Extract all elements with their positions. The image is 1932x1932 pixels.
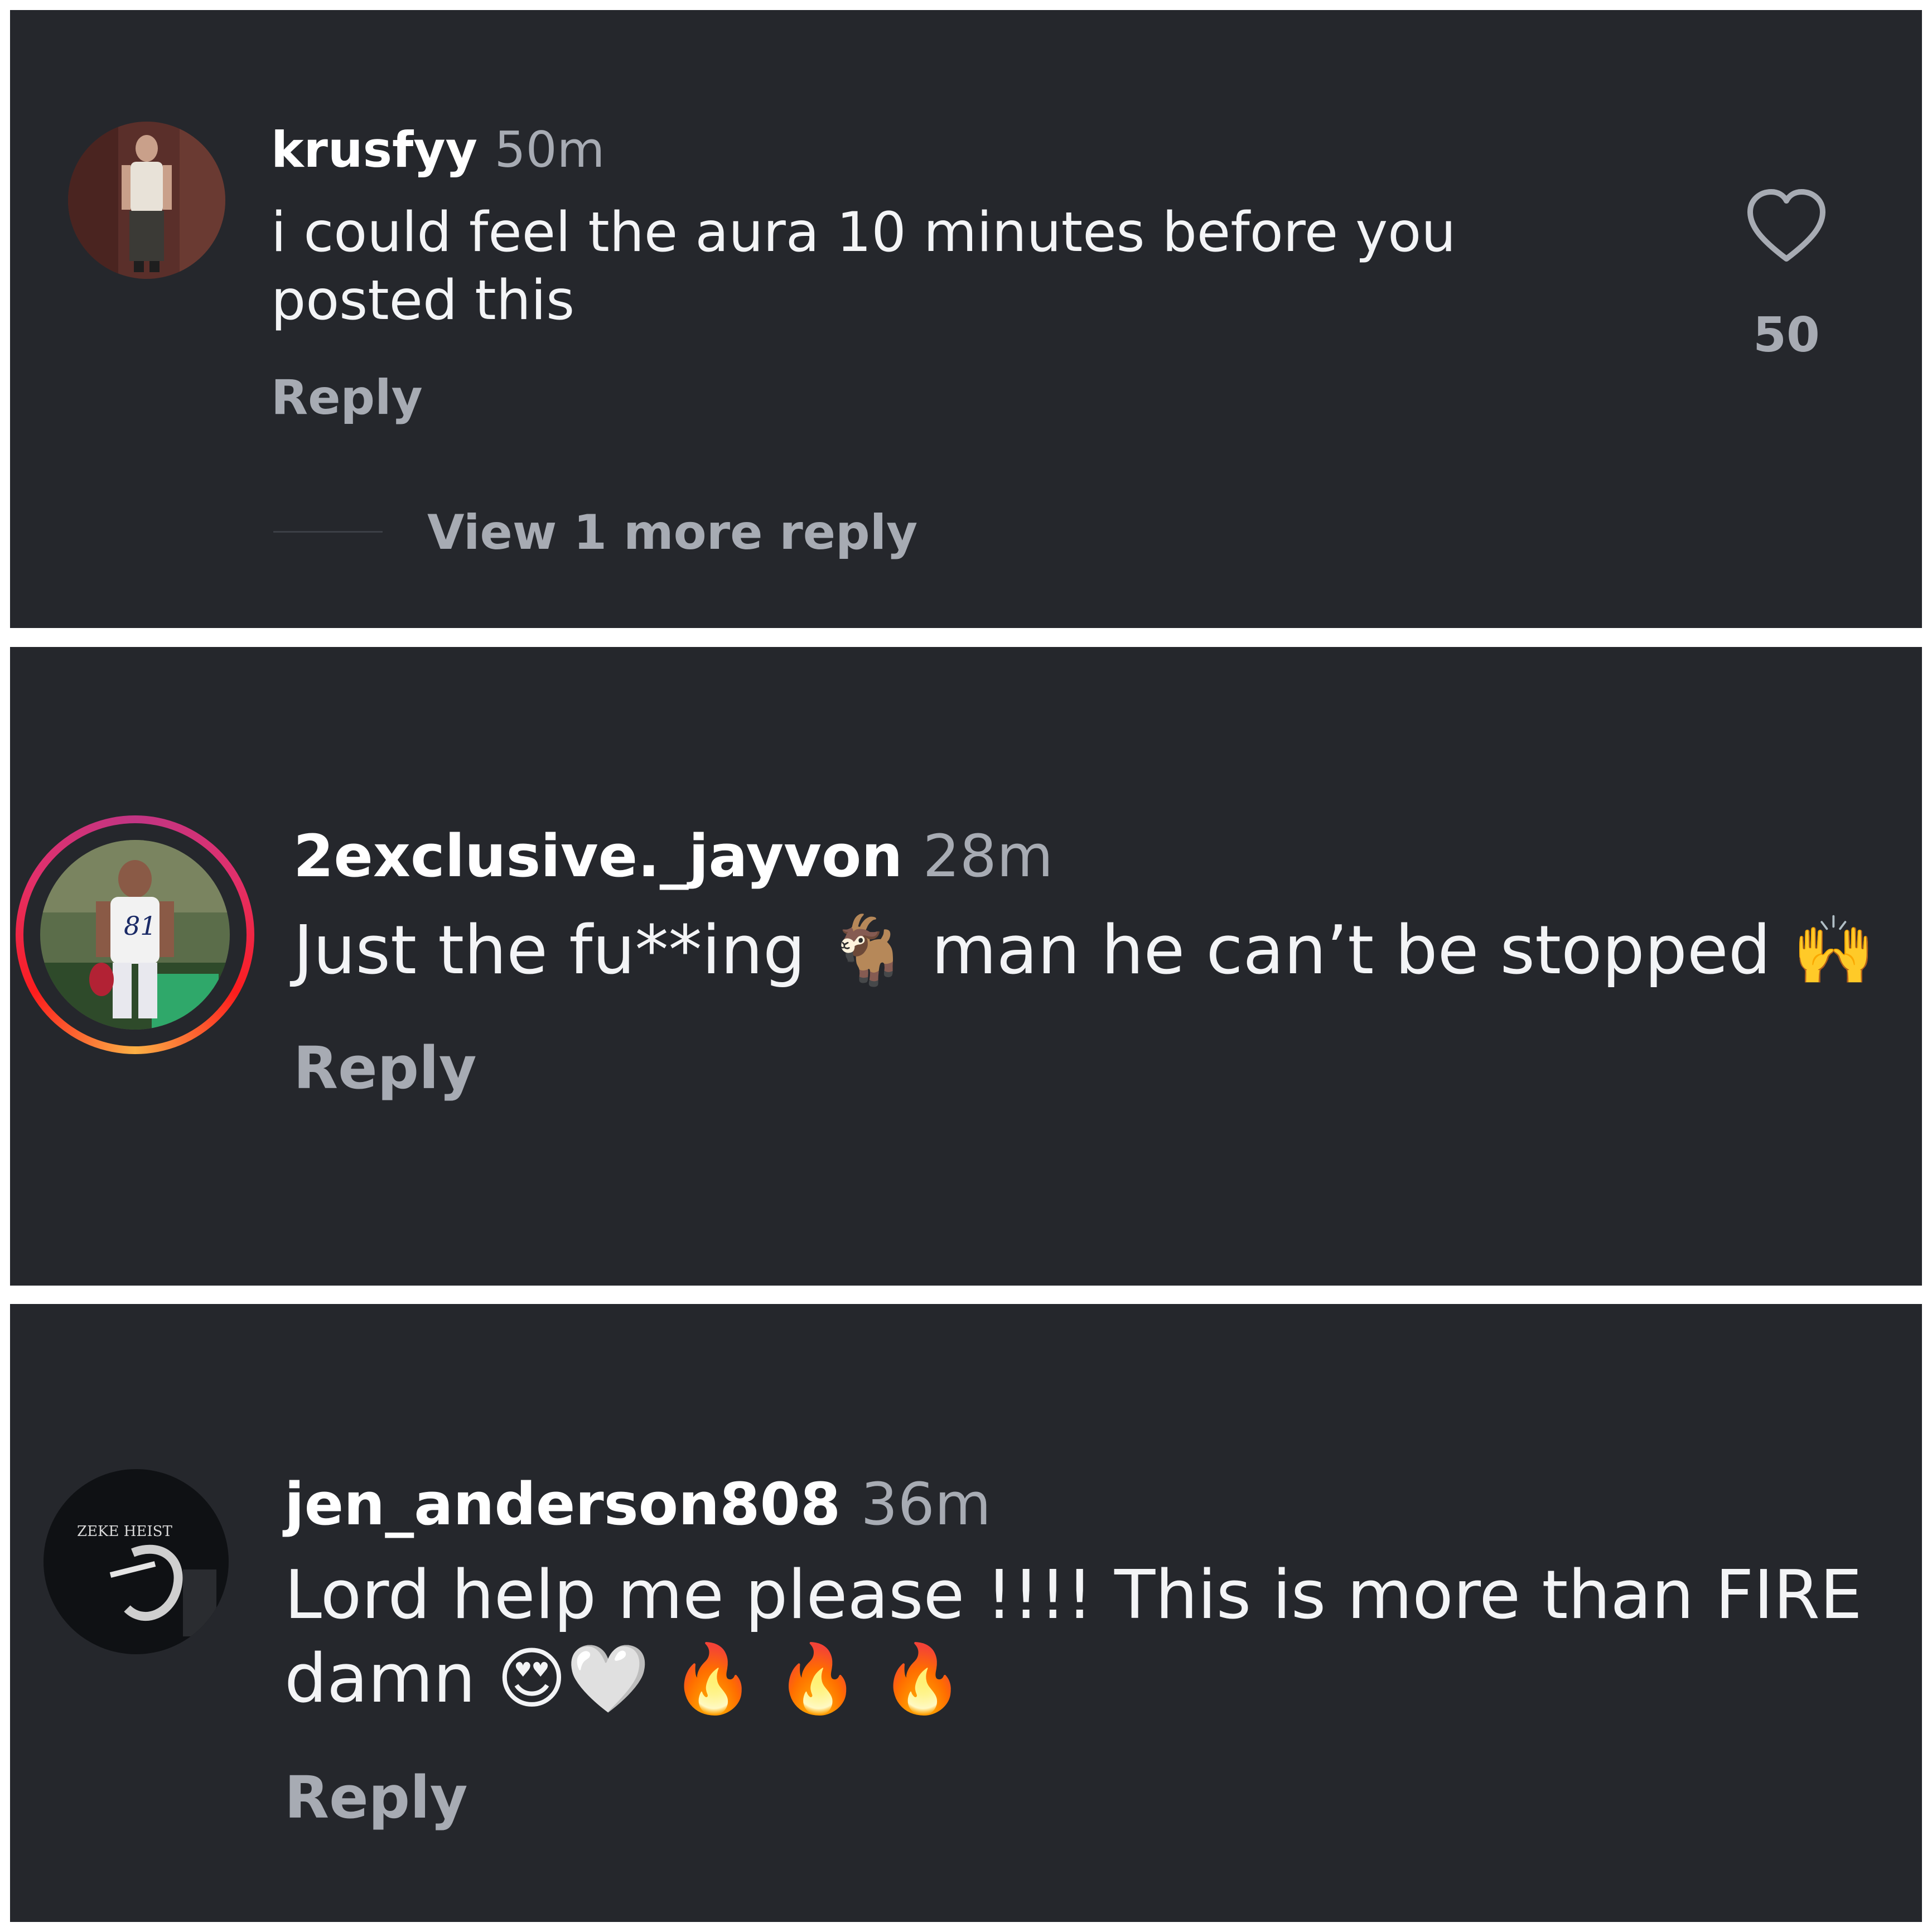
comment-text-line-1: i could feel the aura 10 minutes before …: [271, 201, 1456, 264]
svg-text:ZEKE HEIST: ZEKE HEIST: [77, 1523, 172, 1540]
comment-text-line-2: damn 😍🤍 🔥 🔥 🔥: [284, 1638, 964, 1721]
comment-text-damn: damn: [284, 1640, 476, 1718]
comment-text-part-2: man he can’t be stopped: [931, 912, 1771, 989]
reply-button[interactable]: Reply: [293, 1032, 477, 1104]
avatar[interactable]: ZEKE HEIST: [44, 1469, 229, 1654]
comment-panel-jen-anderson808: ZEKE HEIST jen_anderson808 36m Lord help…: [10, 1304, 1922, 1922]
view-more-replies-button[interactable]: View 1 more reply: [427, 502, 917, 563]
heart-eyes-fire-emojis-icon: 😍🤍 🔥 🔥 🔥: [496, 1640, 964, 1718]
raising-hands-emoji-icon: 🙌: [1792, 912, 1876, 989]
heart-outline-icon[interactable]: [1745, 187, 1828, 265]
avatar[interactable]: 81: [40, 840, 230, 1030]
comment-meta: 2exclusive._jayvon 28m: [293, 820, 1053, 892]
timestamp: 36m: [861, 1470, 992, 1538]
comment-meta: krusfyy 50m: [271, 119, 605, 181]
avatar[interactable]: [68, 122, 225, 279]
goat-emoji-icon: 🐐: [827, 912, 910, 989]
comment-text-line-2: posted this: [271, 269, 575, 332]
svg-text:81: 81: [124, 911, 157, 941]
comment-text-line-1: Lord help me please !!!! This is more th…: [284, 1557, 1862, 1634]
view-more-divider: [273, 531, 383, 533]
comment-meta: jen_anderson808 36m: [284, 1468, 991, 1540]
reply-button[interactable]: Reply: [271, 367, 423, 428]
comment-panel-krusfyy: krusfyy 50m i could feel the aura 10 min…: [10, 10, 1922, 628]
username[interactable]: jen_anderson808: [284, 1470, 841, 1538]
timestamp: 50m: [494, 121, 605, 178]
timestamp: 28m: [922, 822, 1054, 890]
like-count: 50: [1753, 307, 1820, 363]
username[interactable]: krusfyy: [271, 121, 477, 178]
reply-button[interactable]: Reply: [284, 1761, 468, 1834]
comment-text: Just the fu**ing 🐐 man he can’t be stopp…: [293, 909, 1875, 993]
comment-text-part-1: Just the fu**ing: [293, 912, 806, 989]
comment-panel-2exclusive-jayvon: 81 2exclusive._jayvon 28m Just the fu**i…: [10, 647, 1922, 1286]
username[interactable]: 2exclusive._jayvon: [293, 822, 902, 890]
